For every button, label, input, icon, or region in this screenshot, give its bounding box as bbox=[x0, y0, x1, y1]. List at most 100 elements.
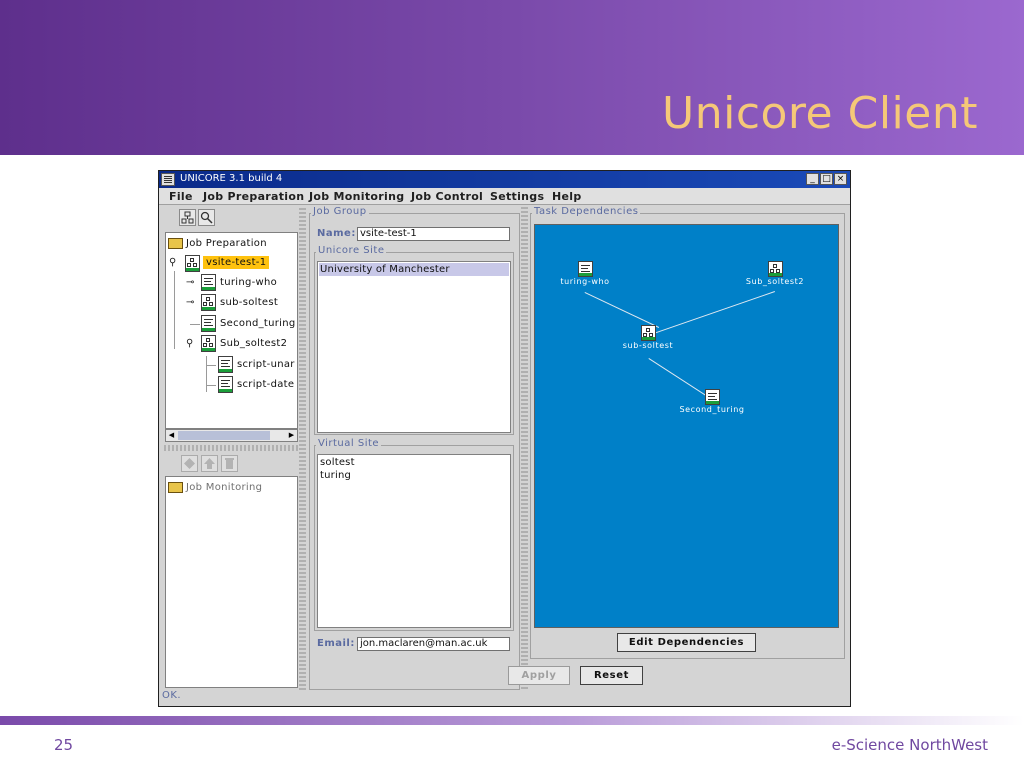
graph-node-sub-soltest[interactable]: sub-soltest bbox=[615, 325, 681, 350]
tree-item-label: Sub_soltest2 bbox=[220, 338, 288, 349]
monitor-upload-button[interactable] bbox=[201, 455, 218, 472]
window-menu-icon[interactable] bbox=[161, 173, 175, 186]
job-group-legend: Job Group bbox=[311, 206, 369, 217]
menu-file[interactable]: File bbox=[169, 190, 193, 203]
footer-bar bbox=[0, 716, 1024, 725]
task-dependencies-legend: Task Dependencies bbox=[532, 206, 641, 217]
network-icon bbox=[181, 211, 194, 224]
monitor-toolbar bbox=[164, 453, 298, 475]
script-task-icon bbox=[201, 274, 216, 291]
diamond-icon bbox=[184, 458, 195, 469]
tree-toolbar bbox=[164, 207, 297, 231]
scroll-right-icon[interactable]: ▶ bbox=[286, 430, 297, 441]
job-group-icon bbox=[201, 294, 216, 311]
tree-search-button[interactable] bbox=[198, 209, 215, 226]
window-title: UNICORE 3.1 build 4 bbox=[180, 173, 283, 184]
job-group-icon bbox=[201, 335, 216, 352]
tree-item-label: script-unar bbox=[237, 359, 295, 370]
name-label: Name: bbox=[317, 228, 356, 239]
script-task-icon bbox=[577, 261, 593, 277]
vertical-split-handle-2[interactable] bbox=[521, 207, 528, 689]
monitor-fetch-button[interactable] bbox=[181, 455, 198, 472]
menu-job-preparation[interactable]: Job Preparation bbox=[203, 190, 304, 203]
job-group-icon bbox=[767, 261, 783, 277]
open-folder-icon bbox=[168, 238, 183, 249]
tree-item-script-date[interactable]: script-date bbox=[204, 376, 297, 394]
edit-dependencies-button[interactable]: Edit Dependencies bbox=[617, 633, 756, 652]
slide-organization: e-Science NorthWest bbox=[831, 736, 988, 754]
script-task-icon bbox=[218, 356, 233, 373]
scroll-left-icon[interactable]: ◀ bbox=[166, 430, 177, 441]
menu-job-control[interactable]: Job Control bbox=[411, 190, 483, 203]
graph-node-label: sub-soltest bbox=[622, 341, 674, 350]
tree-item-second-turing[interactable]: Second_turing bbox=[186, 315, 297, 333]
tree-item-label: script-date bbox=[237, 379, 295, 390]
virtual-site-list[interactable]: soltest turing bbox=[317, 454, 511, 628]
job-preparation-tree: Job Preparation ⚲ vsite-test-1 ⊸ turing-… bbox=[165, 232, 298, 429]
job-group-icon bbox=[640, 325, 656, 341]
tree-root[interactable]: Job Preparation bbox=[168, 235, 297, 253]
scrollbar-thumb[interactable] bbox=[178, 431, 270, 440]
up-arrow-icon bbox=[204, 458, 215, 469]
script-task-icon bbox=[704, 389, 720, 405]
email-input[interactable]: jon.maclaren@man.ac.uk bbox=[357, 637, 510, 651]
unicore-site-list[interactable]: University of Manchester bbox=[317, 261, 511, 433]
tree-item-script-unar[interactable]: script-unar bbox=[204, 356, 297, 374]
window-titlebar[interactable]: UNICORE 3.1 build 4 _ □ × bbox=[159, 171, 850, 188]
collapsed-handle-icon[interactable]: ⊸ bbox=[186, 297, 195, 308]
vertical-split-handle[interactable] bbox=[299, 207, 306, 690]
script-task-icon bbox=[201, 315, 216, 332]
graph-node-label: turing-who bbox=[560, 277, 610, 286]
expanded-handle-icon[interactable]: ⚲ bbox=[186, 338, 194, 349]
reset-button[interactable]: Reset bbox=[580, 666, 643, 685]
tree-item-sub-soltest2[interactable]: ⚲ Sub_soltest2 bbox=[186, 335, 297, 353]
menu-help[interactable]: Help bbox=[552, 190, 582, 203]
status-text: OK. bbox=[162, 690, 182, 701]
magnifier-icon bbox=[200, 211, 213, 224]
dependency-edge bbox=[584, 292, 660, 328]
tree-root-label: Job Preparation bbox=[186, 238, 267, 249]
virtual-site-item[interactable]: soltest bbox=[319, 456, 509, 469]
menu-settings[interactable]: Settings bbox=[490, 190, 544, 203]
graph-node-sub-soltest2[interactable]: Sub_soltest2 bbox=[739, 261, 811, 286]
unicore-client-window: UNICORE 3.1 build 4 _ □ × File Job Prepa… bbox=[158, 170, 851, 707]
collapsed-handle-icon[interactable]: ⊸ bbox=[186, 277, 195, 288]
unicore-site-legend: Unicore Site bbox=[316, 245, 387, 256]
job-name-input[interactable]: vsite-test-1 bbox=[357, 227, 510, 241]
task-dependency-graph[interactable]: turing-who Sub_soltest2 sub-soltest Seco… bbox=[534, 224, 839, 628]
job-monitoring-tree: Job Monitoring bbox=[165, 476, 298, 688]
monitor-delete-button[interactable] bbox=[221, 455, 238, 472]
maximize-button[interactable]: □ bbox=[820, 173, 833, 185]
graph-node-label: Sub_soltest2 bbox=[745, 277, 805, 286]
close-button[interactable]: × bbox=[834, 173, 847, 185]
slide-number: 25 bbox=[54, 736, 74, 754]
tree-item-label: turing-who bbox=[220, 277, 278, 288]
menubar: File Job Preparation Job Monitoring Job … bbox=[159, 188, 850, 205]
trash-icon bbox=[225, 458, 234, 469]
script-task-icon bbox=[218, 376, 233, 393]
monitor-root[interactable]: Job Monitoring bbox=[168, 479, 298, 497]
graph-node-turing-who[interactable]: turing-who bbox=[553, 261, 617, 286]
slide-title: Unicore Client bbox=[662, 88, 978, 139]
graph-node-second-turing[interactable]: Second_turing bbox=[675, 389, 749, 414]
graph-node-label: Second_turing bbox=[679, 405, 745, 414]
open-folder-icon bbox=[168, 482, 183, 493]
virtual-site-legend: Virtual Site bbox=[316, 438, 382, 449]
tree-add-button[interactable] bbox=[179, 209, 196, 226]
horizontal-split-handle[interactable] bbox=[164, 445, 298, 451]
apply-button[interactable]: Apply bbox=[508, 666, 570, 685]
tree-item-turing-who[interactable]: ⊸ turing-who bbox=[186, 274, 297, 292]
job-group-icon bbox=[185, 255, 200, 272]
tree-item-label: sub-soltest bbox=[220, 297, 279, 308]
tree-item-sub-soltest[interactable]: ⊸ sub-soltest bbox=[186, 294, 297, 312]
expanded-handle-icon[interactable]: ⚲ bbox=[169, 257, 177, 268]
tree-item-label: vsite-test-1 bbox=[203, 256, 270, 269]
tree-item-vsite-test-1[interactable]: ⚲ vsite-test-1 bbox=[168, 254, 297, 272]
minimize-button[interactable]: _ bbox=[806, 173, 819, 185]
tree-item-label: Second_turing bbox=[220, 318, 296, 329]
tree-horizontal-scrollbar[interactable]: ◀ ▶ bbox=[165, 429, 298, 442]
monitor-root-label: Job Monitoring bbox=[186, 482, 263, 493]
virtual-site-item[interactable]: turing bbox=[319, 469, 509, 482]
menu-job-monitoring[interactable]: Job Monitoring bbox=[309, 190, 404, 203]
unicore-site-item[interactable]: University of Manchester bbox=[319, 263, 509, 276]
